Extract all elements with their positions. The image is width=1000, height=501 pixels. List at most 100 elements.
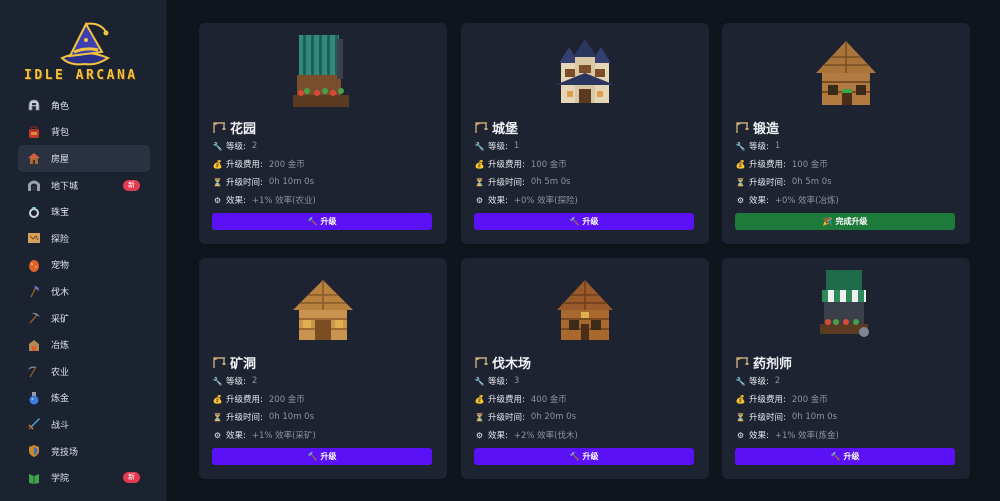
cost-stat: 💰 升级费用: 100 金币 [735,159,828,171]
crane-icon [475,121,488,133]
book-icon [27,471,41,485]
gear-icon: ⚙ [736,195,745,205]
sidebar-item-exploration[interactable]: 探险 [18,225,150,252]
building-title: 锻造 [735,118,779,137]
sidebar-item-farming[interactable]: 农业 [18,358,150,385]
building-title: 矿洞 [212,353,256,372]
map-icon [27,231,41,245]
time-stat: ⏳ 升级时间: 0h 20m 0s [474,412,577,423]
hourglass-icon: ⏳ [735,412,746,422]
backpack-icon [27,125,41,139]
wizard-hat-icon [60,21,111,66]
dungeon-gate-icon [27,178,41,192]
sidebar-item-label: 农业 [51,367,70,378]
sidebar-item-label: 炼金 [51,394,70,405]
effect-stat: ⚙ 效果: +1% 效率(炼金) [736,430,839,442]
garden-building-icon [293,35,349,107]
helmet-icon [27,98,41,112]
mine-building-icon [293,280,353,340]
wrench-icon: 🔧 [735,141,746,151]
sidebar: IDLE ARCANA 角色 背包 房屋 地下城 新 珠宝 探险 宠物 伐木 采… [0,0,166,501]
crane-icon [736,121,749,133]
building-card-castle: 城堡 🔧 等级: 1 💰 升级费用: 100 金币 ⏳ 升级时间: 0h 5m 0s ⚙ 效果… [461,23,709,244]
building-title: 城堡 [474,118,518,137]
building-card-lumberyard: 伐木场 🔧 等级: 3 💰 升级费用: 400 金币 ⏳ 升级时间: 0h 20m 0s ⚙… [461,258,709,479]
lumberyard-building-icon [557,280,613,340]
effect-stat: ⚙ 效果: +1% 效率(采矿) [213,430,316,442]
money-bag-icon: 💰 [735,394,746,404]
sidebar-item-label: 探险 [51,234,70,245]
building-card-apothecary: 药剂师 🔧 等级: 2 💰 升级费用: 200 金币 ⏳ 升级时间: 0h 10m 0s ⚙… [722,258,970,479]
sidebar-item-dungeon[interactable]: 地下城 新 [18,172,150,199]
crane-icon [475,356,488,368]
gear-icon: ⚙ [213,430,222,440]
upgrade-button[interactable]: 🔨 升级 [212,213,432,230]
effect-stat: ⚙ 效果: +0% 效率(冶炼) [736,195,839,207]
sidebar-item-academy[interactable]: 学院 新 [18,464,150,491]
cost-stat: 💰 升级费用: 200 金币 [212,159,305,171]
complete-upgrade-button[interactable]: 🎉 完成升级 [735,213,955,230]
wrench-icon: 🔧 [212,376,223,386]
sidebar-item-pets[interactable]: 宠物 [18,252,150,279]
pet-egg-icon [27,258,41,272]
upgrade-button[interactable]: 🔨 升级 [474,213,694,230]
hammer-icon: 🔨 [307,217,318,226]
sidebar-item-woodcutting[interactable]: 伐木 [18,278,150,305]
house-icon [27,151,41,165]
sidebar-item-label: 学院 [51,474,70,485]
sidebar-item-housing[interactable]: 房屋 [18,145,150,172]
shield-icon [27,444,41,458]
crane-icon [213,121,226,133]
upgrade-button[interactable]: 🔨 升级 [474,448,694,465]
sword-icon [27,417,41,431]
hourglass-icon: ⏳ [474,177,485,187]
hourglass-icon: ⏳ [735,177,746,187]
effect-stat: ⚙ 效果: +1% 效率(农业) [213,195,316,207]
building-title: 药剂师 [735,353,792,372]
logo-text: IDLE ARCANA [24,68,138,83]
level-stat: 🔧 等级: 1 [735,141,781,152]
level-stat: 🔧 等级: 3 [474,376,520,387]
castle-building-icon [555,39,615,103]
sidebar-item-jewelry[interactable]: 珠宝 [18,198,150,225]
money-bag-icon: 💰 [474,394,485,404]
new-badge: 新 [123,179,140,191]
money-bag-icon: 💰 [474,159,485,169]
sidebar-item-character[interactable]: 角色 [18,92,150,119]
pickaxe-icon [27,311,41,325]
hourglass-icon: ⏳ [212,412,223,422]
wrench-icon: 🔧 [474,376,485,386]
cost-stat: 💰 升级费用: 100 金币 [474,159,567,171]
money-bag-icon: 💰 [212,394,223,404]
building-title: 花园 [212,118,256,137]
level-stat: 🔧 等级: 1 [474,141,520,152]
apothecary-building-icon [820,270,869,337]
sidebar-item-backpack[interactable]: 背包 [18,119,150,146]
hammer-icon: 🔨 [307,452,318,461]
gear-icon: ⚙ [736,430,745,440]
cost-stat: 💰 升级费用: 200 金币 [735,394,828,406]
sidebar-item-arena[interactable]: 竞技场 [18,438,150,465]
building-card-forge: 锻造 🔧 等级: 1 💰 升级费用: 100 金币 ⏳ 升级时间: 0h 5m 0s ⚙ 效果… [722,23,970,244]
sidebar-item-label: 宠物 [51,261,70,272]
hammer-icon: 🔨 [569,452,580,461]
effect-stat: ⚙ 效果: +2% 效率(伐木) [475,430,578,442]
level-stat: 🔧 等级: 2 [735,376,781,387]
time-stat: ⏳ 升级时间: 0h 10m 0s [212,412,315,423]
axe-icon [27,284,41,298]
sidebar-item-alchemy[interactable]: 炼金 [18,385,150,412]
level-stat: 🔧 等级: 2 [212,141,258,152]
time-stat: ⏳ 升级时间: 0h 10m 0s [735,412,838,423]
upgrade-button[interactable]: 🔨 升级 [735,448,955,465]
forge-building-icon [816,41,876,105]
hourglass-icon: ⏳ [212,177,223,187]
hammer-icon: 🔨 [830,452,841,461]
sidebar-item-smelting[interactable]: 冶炼 [18,331,150,358]
sidebar-item-mining[interactable]: 采矿 [18,305,150,332]
upgrade-button[interactable]: 🔨 升级 [212,448,432,465]
sidebar-item-label: 采矿 [51,314,70,325]
sidebar-item-combat[interactable]: 战斗 [18,411,150,438]
effect-stat: ⚙ 效果: +0% 效率(探险) [475,195,578,207]
app-logo[interactable]: IDLE ARCANA [0,14,166,90]
sidebar-item-label: 角色 [51,101,70,112]
